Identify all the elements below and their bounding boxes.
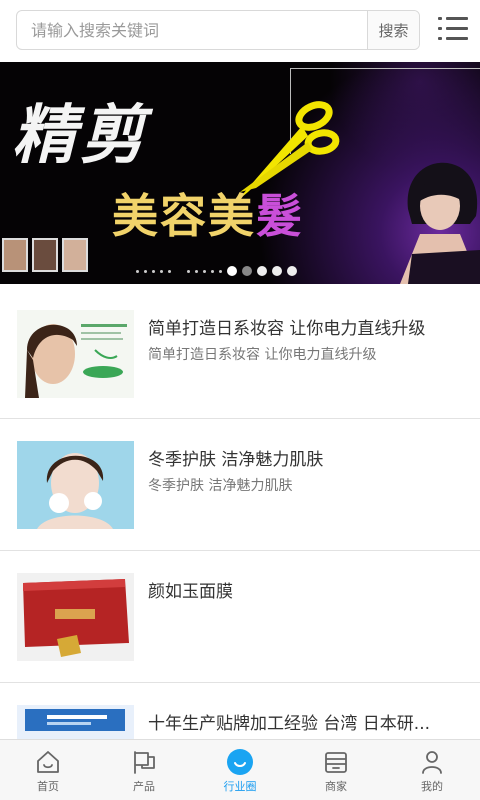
banner-carousel[interactable]: 精剪 美容美髮 <box>0 62 480 284</box>
tab-label: 产品 <box>133 780 155 793</box>
article-title[interactable]: 十年生产贴牌加工经验 台湾 日本研... <box>148 709 468 734</box>
banner-title: 精剪 <box>12 98 148 173</box>
home-icon <box>37 751 59 773</box>
list-item[interactable]: 简单打造日系妆容 让你电力直线升级 简单打造日系妆容 让你电力直线升级 <box>0 284 480 419</box>
bottom-tab-bar: 首页 产品 行业圈 商家 我的 <box>0 739 480 800</box>
header: 搜索 <box>0 0 480 62</box>
list-item[interactable]: 颜如玉面膜 <box>0 551 480 683</box>
banner-thumbnails <box>2 238 92 272</box>
search-button[interactable]: 搜索 <box>367 11 419 49</box>
flag-icon <box>134 751 155 774</box>
article-description: 冬季护肤 洁净魅力肌肤 <box>148 478 293 494</box>
tab-label: 我的 <box>421 780 443 793</box>
tab-label: 行业圈 <box>223 780 257 793</box>
thumbnail-image <box>32 238 58 272</box>
tab-label: 商家 <box>325 780 347 793</box>
article-title[interactable]: 颜如玉面膜 <box>148 577 468 602</box>
tab-home[interactable]: 首页 <box>0 740 96 800</box>
slide-dot[interactable] <box>242 266 252 276</box>
menu-icon[interactable] <box>438 15 468 43</box>
slide-dot[interactable] <box>287 266 297 276</box>
article-title[interactable]: 简单打造日系妆容 让你电力直线升级 <box>148 314 468 339</box>
article-description: 简单打造日系妆容 让你电力直线升级 <box>148 347 377 363</box>
model-portrait-image <box>400 162 480 284</box>
banner-subtitle-accent: 髮 <box>256 189 304 243</box>
slide-dot[interactable] <box>272 266 282 276</box>
banner-subtitle-main: 美容美 <box>112 189 256 243</box>
slide-indicator <box>136 264 297 278</box>
article-thumbnail-image <box>17 310 134 398</box>
article-title[interactable]: 冬季护肤 洁净魅力肌肤 <box>148 445 468 470</box>
slide-dot-active[interactable] <box>227 266 237 276</box>
store-icon <box>325 752 347 773</box>
tab-products[interactable]: 产品 <box>96 740 192 800</box>
slide-dot[interactable] <box>257 266 267 276</box>
list-item[interactable]: 冬季护肤 洁净魅力肌肤 冬季护肤 洁净魅力肌肤 <box>0 419 480 551</box>
thumbnail-image <box>2 238 28 272</box>
tab-merchants[interactable]: 商家 <box>288 740 384 800</box>
search-bar: 搜索 <box>16 10 420 50</box>
banner-subtitle: 美容美髮 <box>112 180 304 246</box>
search-input[interactable] <box>17 11 369 49</box>
tab-industry-circle[interactable]: 行业圈 <box>192 740 288 800</box>
product-thumbnail-image <box>17 573 134 661</box>
user-icon <box>422 751 442 774</box>
tab-mine[interactable]: 我的 <box>384 740 480 800</box>
article-thumbnail-image <box>17 441 134 529</box>
tab-label: 首页 <box>37 780 59 793</box>
circle-icon <box>227 749 253 775</box>
thumbnail-image <box>62 238 88 272</box>
